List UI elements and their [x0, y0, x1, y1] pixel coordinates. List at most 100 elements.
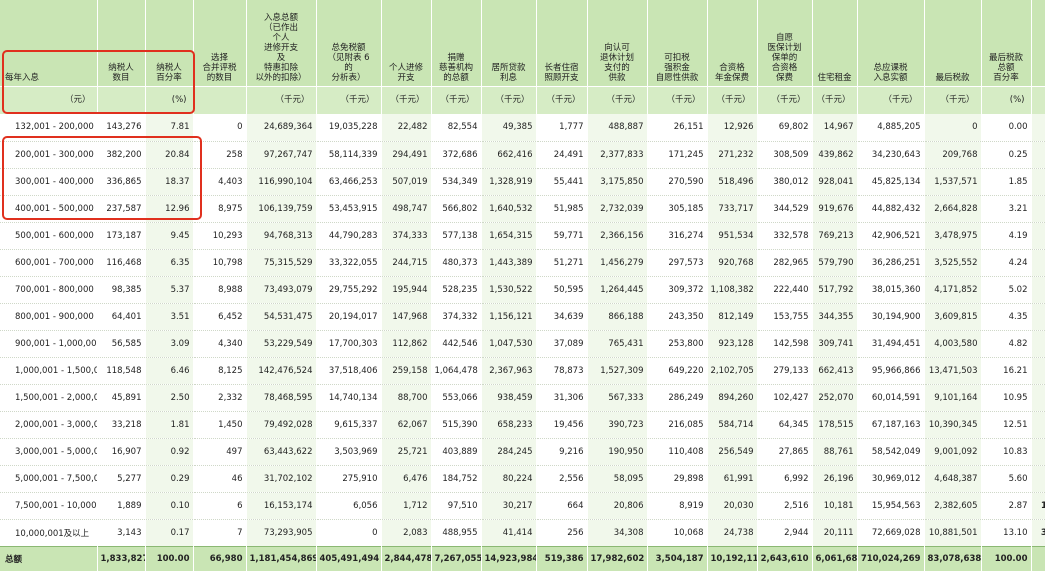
- table-body: 132,001 - 200,000 143,276 7.81 0 24,689,364 1…: [0, 114, 1045, 547]
- table-row: 400,001 - 500,000 237,587 12.96 8,975 106,13…: [0, 195, 1045, 223]
- unit-label-9: （千元）: [536, 85, 588, 114]
- unit-label-15: （千元）: [857, 85, 925, 114]
- table-cell: 116,468: [97, 249, 146, 277]
- table-cell: 1,156,121: [481, 303, 537, 331]
- table-cell: 75,315,529: [246, 249, 317, 277]
- table-cell: 37,089: [536, 330, 588, 358]
- table-row: 2,000,001 - 3,000,00033,2181.811,45079,4…: [0, 411, 1045, 439]
- table-cell: 4.82: [981, 330, 1032, 358]
- column-header-17: 最后税款 总额 百分率: [981, 0, 1032, 86]
- table-cell: 222,440: [757, 276, 813, 304]
- table-cell: 279,133: [757, 357, 813, 385]
- table-cell: 0: [316, 519, 382, 547]
- table-cell: 73,493,079: [246, 276, 317, 304]
- total-cell: 405,491,494: [316, 545, 382, 571]
- table-cell: 33,322,055: [316, 249, 382, 277]
- table-cell: 2,367,963: [481, 357, 537, 385]
- table-cell: 38,015,360: [857, 276, 925, 304]
- table-cell: 143,276: [97, 114, 146, 142]
- table-cell: 297,573: [647, 249, 708, 277]
- table-cell: 579,790: [812, 249, 858, 277]
- income-range-cell: 132,001 - 200,000: [0, 114, 98, 142]
- table-cell: 3,503,969: [316, 438, 382, 466]
- table-cell: 332,578: [757, 222, 813, 250]
- table-cell: 147,968: [381, 303, 432, 331]
- table-cell: 16,153,174: [246, 492, 317, 520]
- table-cell: 26,151: [647, 114, 708, 142]
- table-cell: 56,585: [97, 330, 146, 358]
- table-cell: 0: [924, 114, 982, 142]
- header-row: 每年入息 纳税人 数目 纳税人 百分率 选择 合并评税 的数目 入息总额 （已作出 个人 进修开支及特…: [0, 0, 1045, 86]
- table-cell: 1.85: [981, 168, 1032, 196]
- table-cell: 33,218: [97, 411, 146, 439]
- table-cell: 9,615,337: [316, 411, 382, 439]
- column-header-6: 个人进修 开支: [381, 0, 432, 86]
- table-cell: 1,264,445: [587, 276, 648, 304]
- table-cell: 63,443,622: [246, 438, 317, 466]
- table-cell: 16,907: [97, 438, 146, 466]
- income-range-cell: 3,000,001 - 5,000,000: [0, 438, 98, 466]
- table-cell: 69,802: [757, 114, 813, 142]
- table-cell: 31,702,102: [246, 465, 317, 493]
- table-cell: 10,881,501: [924, 519, 982, 547]
- table-cell: 184,752: [431, 465, 482, 493]
- table-cell: 0.00: [981, 114, 1032, 142]
- table-cell: 6,452: [193, 303, 247, 331]
- table-cell: 4,564: [1031, 168, 1045, 196]
- table-cell: 6,056: [316, 492, 382, 520]
- income-range-cell: 1,000,001 - 1,500,000: [0, 357, 98, 385]
- table-cell: 41,414: [481, 519, 537, 547]
- total-cell: 519,386: [536, 545, 588, 571]
- table-row: 10,000,001及以上 3,143 0.17 7 73,293,905 0 2,083 4…: [0, 519, 1045, 547]
- table-cell: 0: [1031, 114, 1045, 142]
- table-cell: 2,377,833: [587, 141, 648, 169]
- table-cell: 113,638: [1031, 357, 1045, 385]
- unit-label-16: （千元）: [924, 85, 982, 114]
- table-cell: 3,175,850: [587, 168, 648, 196]
- table-cell: 4.19: [981, 222, 1032, 250]
- table-cell: 171,245: [647, 141, 708, 169]
- unit-row: （元） (%) （千元） （千元） （千元） （千元） （千元） （千元） （千元） （千元） （千…: [0, 85, 1045, 114]
- table-cell: 50,595: [536, 276, 588, 304]
- income-range-cell: 1,500,001 - 2,000,000: [0, 384, 98, 412]
- table-cell: 195,944: [381, 276, 432, 304]
- table-cell: 5.60: [981, 465, 1032, 493]
- table-cell: 765,431: [587, 330, 648, 358]
- table-cell: 94,768,313: [246, 222, 317, 250]
- unit-label-13: （千元）: [757, 85, 813, 114]
- table-cell: 26,196: [812, 465, 858, 493]
- table-cell: 309,372: [647, 276, 708, 304]
- table-cell: 532,389: [1031, 438, 1045, 466]
- table-cell: 812,149: [707, 303, 758, 331]
- table-cell: 12.51: [981, 411, 1032, 439]
- table-cell: 1,108,382: [707, 276, 758, 304]
- column-header-4: 入息总额 （已作出 个人 进修开支及特惠扣除 以外的扣除）: [246, 0, 317, 86]
- table-cell: 64,345: [757, 411, 813, 439]
- table-cell: 488,887: [587, 114, 648, 142]
- table-cell: 70,755: [1031, 330, 1045, 358]
- table-cell: 73,293,905: [246, 519, 317, 547]
- table-cell: 880,877: [1031, 465, 1045, 493]
- table-cell: 34,639: [536, 303, 588, 331]
- table-cell: 305,185: [647, 195, 708, 223]
- table-cell: 553,066: [431, 384, 482, 412]
- total-row: 总额 1,833,827 100.00 66,980 1,181,454,869 405,…: [0, 545, 1045, 571]
- table-cell: 577,138: [431, 222, 482, 250]
- table-cell: 30,271: [1031, 249, 1045, 277]
- table-cell: 488,955: [431, 519, 482, 547]
- table-cell: 20.84: [145, 141, 194, 169]
- table-cell: 118,548: [97, 357, 146, 385]
- table-cell: 243,350: [647, 303, 708, 331]
- table-row: 132,001 - 200,000 143,276 7.81 0 24,689,364 1…: [0, 114, 1045, 142]
- table-cell: 0.25: [981, 141, 1032, 169]
- table-cell: 2.50: [145, 384, 194, 412]
- unit-label-5: （千元）: [316, 85, 382, 114]
- table-cell: 309,741: [812, 330, 858, 358]
- table-cell: 534,349: [431, 168, 482, 196]
- table-cell: 237,587: [97, 195, 146, 223]
- table-cell: 27,865: [757, 438, 813, 466]
- table-cell: 49,385: [481, 114, 537, 142]
- table-cell: 271,232: [707, 141, 758, 169]
- table-cell: 866,188: [587, 303, 648, 331]
- table-row: 500,001 - 600,000 173,187 9.45 10,293 94,768…: [0, 222, 1045, 250]
